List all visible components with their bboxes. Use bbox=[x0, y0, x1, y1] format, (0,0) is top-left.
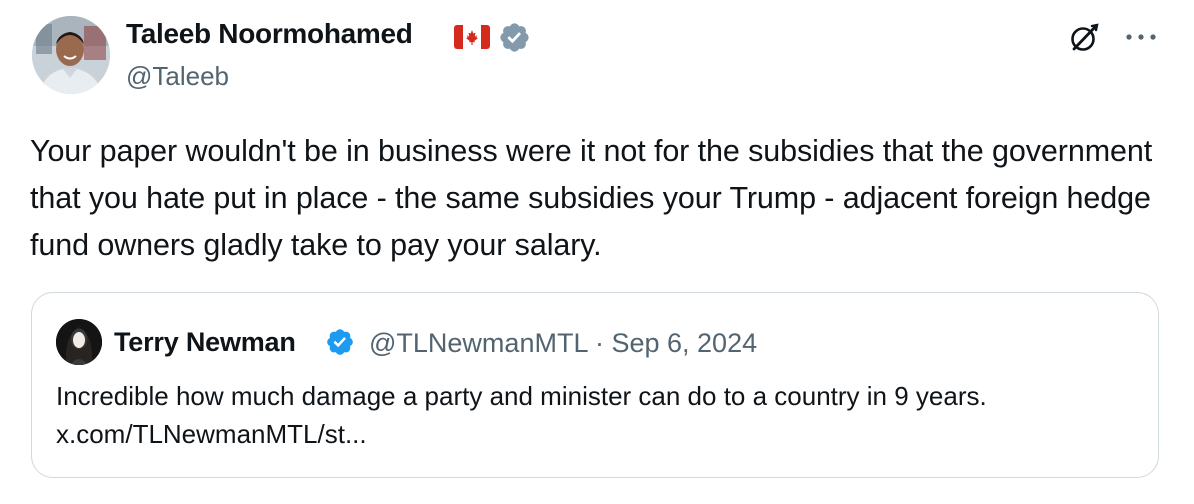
grok-icon[interactable] bbox=[1066, 20, 1102, 56]
quoted-tweet-text: Incredible how much damage a party and m… bbox=[56, 381, 987, 449]
quoted-date[interactable]: Sep 6, 2024 bbox=[611, 328, 757, 358]
author-handle[interactable]: @Taleeb bbox=[126, 61, 229, 92]
quoted-author-handle[interactable]: @TLNewmanMTL bbox=[369, 328, 587, 358]
meta-separator: · bbox=[594, 328, 604, 358]
quoted-verified-badge-icon[interactable] bbox=[325, 327, 355, 357]
quoted-tweet-card[interactable]: Terry Newman @TLNewmanMTL · Sep 6, 2024 … bbox=[31, 292, 1159, 478]
quoted-meta: @TLNewmanMTL · Sep 6, 2024 bbox=[369, 328, 757, 359]
canada-flag-icon bbox=[454, 25, 490, 49]
verified-badge-icon[interactable] bbox=[498, 21, 531, 54]
more-icon[interactable] bbox=[1124, 32, 1158, 42]
quoted-author-name[interactable]: Terry Newman bbox=[114, 327, 296, 358]
quoted-author-avatar[interactable] bbox=[56, 319, 102, 365]
author-avatar[interactable] bbox=[32, 16, 110, 94]
author-name[interactable]: Taleeb Noormohamed bbox=[126, 18, 413, 50]
tweet-text: Your paper wouldn't be in business were … bbox=[30, 134, 1153, 262]
